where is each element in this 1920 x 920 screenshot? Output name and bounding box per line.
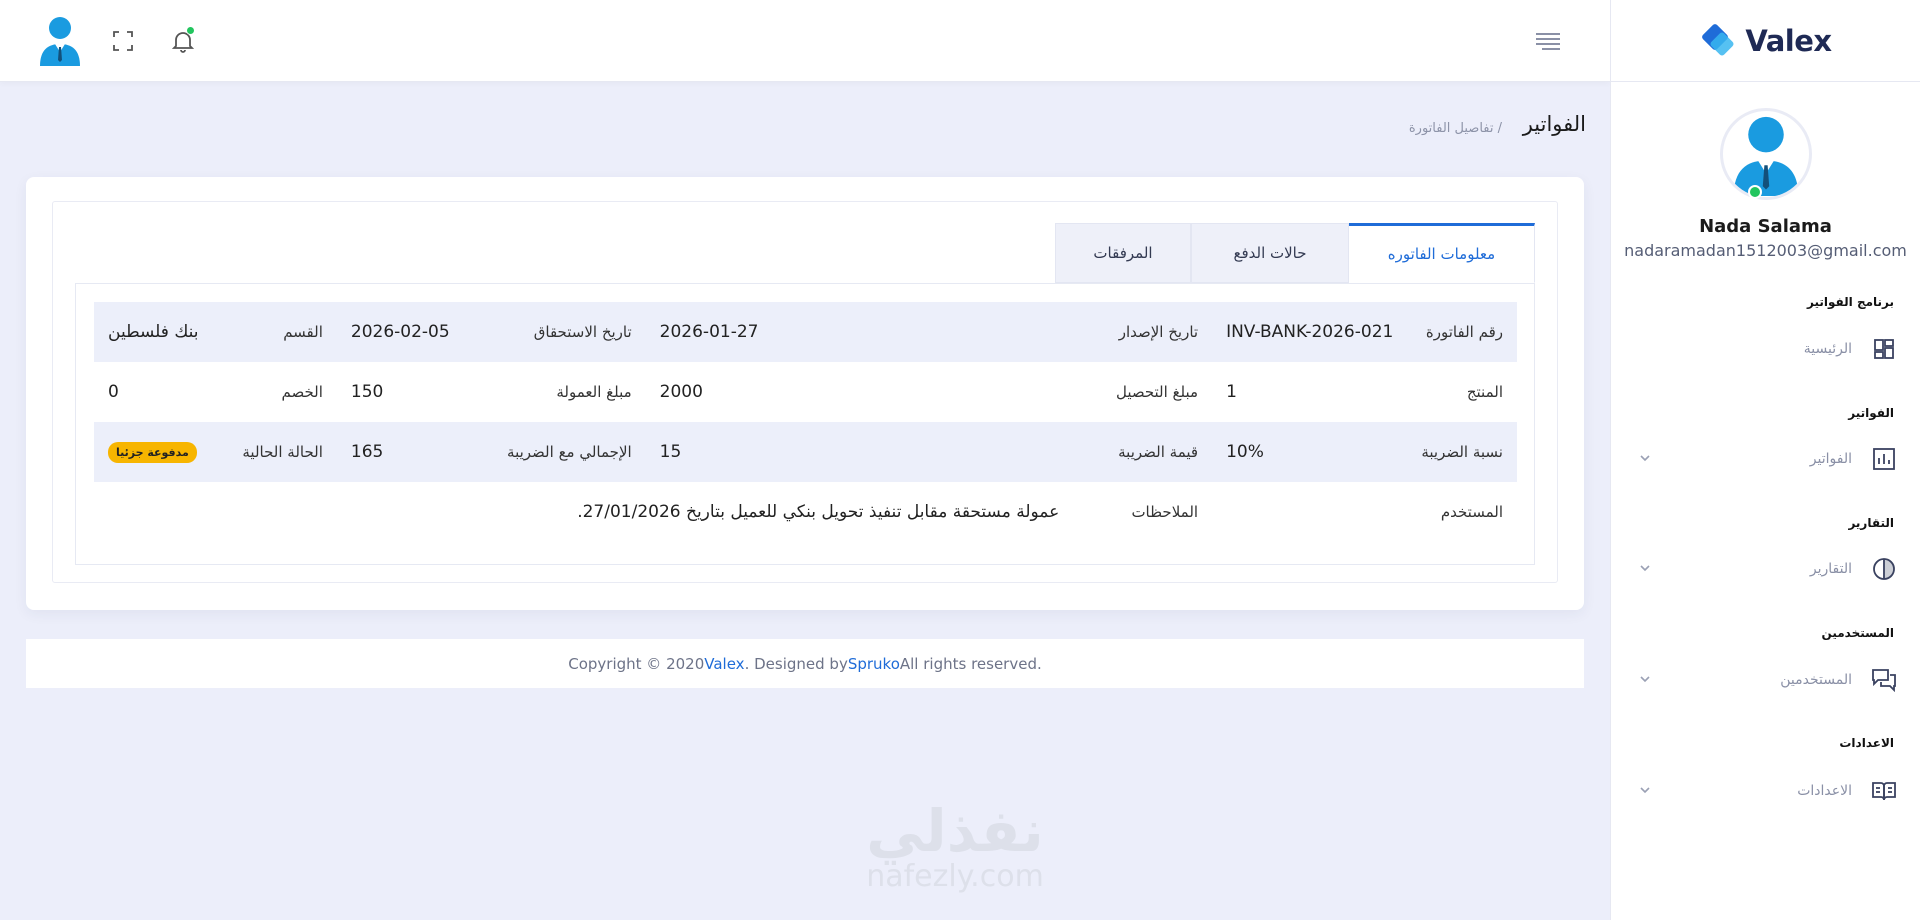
watermark: نفذلي nafezly.com <box>840 800 1070 892</box>
chat-icon <box>1870 666 1898 694</box>
chevron-down-icon <box>1640 455 1650 462</box>
value-invoice-number: INV-BANK-2026-021 <box>1226 322 1394 342</box>
breadcrumb[interactable]: / تفاصيل الفاتورة <box>1409 121 1502 136</box>
user-profile: Nada Salama nadaramadan1512003@gmail.com <box>1611 82 1920 260</box>
label-collection-amount: مبلغ التحصيل <box>1115 383 1199 401</box>
section-title-settings: الاعدادات <box>1839 736 1894 750</box>
watermark-arabic: نفذلي <box>866 797 1044 865</box>
footer: Copyright © 2020 Valex . Designed by Spr… <box>26 639 1584 688</box>
sidebar-item-reports[interactable]: التقارير <box>1638 551 1898 587</box>
watermark-english: nafezly.com <box>866 859 1044 894</box>
label-invoice-number: رقم الفاتورة <box>1425 323 1503 341</box>
footer-brand-link[interactable]: Valex <box>704 655 744 673</box>
tab-payment-statuses[interactable]: حالات الدفع <box>1191 223 1349 283</box>
sidebar-item-home[interactable]: الرئيسية <box>1638 331 1898 367</box>
value-due-date: 2026-02-05 <box>350 322 450 342</box>
label-discount: الخصم <box>281 383 323 401</box>
value-user <box>1212 482 1407 542</box>
value-product: 1 <box>1226 382 1237 402</box>
sidebar-item-label: الرئيسية <box>1803 341 1852 357</box>
pie-chart-icon <box>1870 555 1898 583</box>
brand-logo[interactable]: Valex <box>1611 0 1920 82</box>
label-notes: الملاحظات <box>1131 503 1199 521</box>
label-current-status: الحالة الحالية <box>242 443 323 461</box>
label-issue-date: تاريخ الإصدار <box>1118 323 1199 341</box>
sidebar-item-label: الفواتير <box>1809 451 1852 467</box>
dashboard-icon <box>1870 335 1898 363</box>
value-collection-amount: 2000 <box>659 382 703 402</box>
footer-suffix: All rights reserved. <box>899 654 1042 673</box>
profile-avatar-icon[interactable] <box>1719 108 1812 200</box>
label-tax-value: قيمة الضريبة <box>1118 443 1199 461</box>
value-commission-amount: 150 <box>350 382 384 402</box>
label-commission-amount: مبلغ العمولة <box>556 383 632 401</box>
footer-middle: . Designed by <box>744 654 848 673</box>
bell-icon[interactable] <box>168 26 198 56</box>
sidebar-item-invoices[interactable]: الفواتير <box>1638 441 1898 477</box>
value-tax-rate: 10% <box>1226 442 1264 462</box>
value-discount: 0 <box>108 382 119 402</box>
online-status-dot <box>1748 185 1762 199</box>
brand-name: Valex <box>1745 23 1832 58</box>
label-due-date: تاريخ الاستحقاق <box>533 323 632 341</box>
user-avatar-icon[interactable] <box>36 14 84 66</box>
value-tax-value: 15 <box>659 442 682 462</box>
valex-logo-icon <box>1702 23 1734 55</box>
invoice-info-table: رقم الفاتورة INV-BANK-2026-021 تاريخ الإ… <box>94 302 1517 542</box>
table-row: المنتج 1 مبلغ التحصيل 2000 مبلغ العمولة … <box>94 362 1517 422</box>
sidebar-item-label: الاعدادات <box>1797 783 1852 799</box>
tab-invoice-info[interactable]: معلومات الفاتوره <box>1349 223 1535 283</box>
hamburger-menu-icon[interactable] <box>1532 28 1562 54</box>
value-issue-date: 2026-01-27 <box>659 322 759 342</box>
page-title: الفواتير <box>1522 112 1586 136</box>
top-header <box>0 0 1610 82</box>
footer-designer-link[interactable]: Spruko <box>848 655 900 673</box>
table-row: نسبة الضريبة 10% قيمة الضريبة 15 الإجمال… <box>94 422 1517 482</box>
value-section: بنك فلسطين <box>108 322 199 342</box>
sidebar-item-label: المستخدمين <box>1780 672 1852 688</box>
value-current-status: مدفوعة جزئيا <box>94 422 228 482</box>
sidebar-item-settings[interactable]: الاعدادات <box>1638 773 1898 809</box>
book-icon <box>1870 777 1898 805</box>
sidebar: Valex Nada Salama nadaramadan1512003@gma… <box>1610 0 1920 920</box>
label-tax-rate: نسبة الضريبة <box>1421 443 1503 461</box>
invoice-details-card: معلومات الفاتوره حالات الدفع المرفقات رق… <box>26 177 1584 610</box>
section-title-reports: التقارير <box>1848 516 1894 530</box>
value-notes: عمولة مستحقة مقابل تنفيذ تحويل بنكي للعم… <box>577 502 1060 522</box>
label-user: المستخدم <box>1440 503 1503 521</box>
label-section: القسم <box>283 323 323 341</box>
tab-attachments[interactable]: المرفقات <box>1055 223 1191 283</box>
section-title-users: المستخدمين <box>1821 626 1894 640</box>
bar-chart-icon <box>1870 445 1898 473</box>
label-total-with-tax: الإجمالي مع الضريبة <box>507 443 632 461</box>
status-badge: مدفوعة جزئيا <box>108 442 197 463</box>
profile-name: Nada Salama <box>1699 216 1832 237</box>
sidebar-item-users[interactable]: المستخدمين <box>1638 662 1898 698</box>
profile-email: nadaramadan1512003@gmail.com <box>1624 241 1907 260</box>
fullscreen-icon[interactable] <box>108 26 138 56</box>
chevron-down-icon <box>1640 787 1650 794</box>
table-row: رقم الفاتورة INV-BANK-2026-021 تاريخ الإ… <box>94 302 1517 362</box>
table-row: المستخدم الملاحظات عمولة مستحقة مقابل تن… <box>94 482 1517 542</box>
value-total-with-tax: 165 <box>350 442 384 462</box>
chevron-down-icon <box>1640 676 1650 683</box>
tab-panel-invoice-info: رقم الفاتورة INV-BANK-2026-021 تاريخ الإ… <box>75 283 1535 565</box>
footer-prefix: Copyright © 2020 <box>568 654 705 673</box>
section-title-invoices: الفواتير <box>1848 406 1894 420</box>
card-inner-border: معلومات الفاتوره حالات الدفع المرفقات رق… <box>52 201 1558 583</box>
chevron-down-icon <box>1640 565 1650 572</box>
label-product: المنتج <box>1466 383 1503 401</box>
sidebar-item-label: التقارير <box>1809 561 1852 577</box>
notification-dot <box>186 26 195 35</box>
tab-bar: معلومات الفاتوره حالات الدفع المرفقات <box>1055 223 1535 283</box>
section-title-program: برنامج الفواتير <box>1807 295 1894 309</box>
